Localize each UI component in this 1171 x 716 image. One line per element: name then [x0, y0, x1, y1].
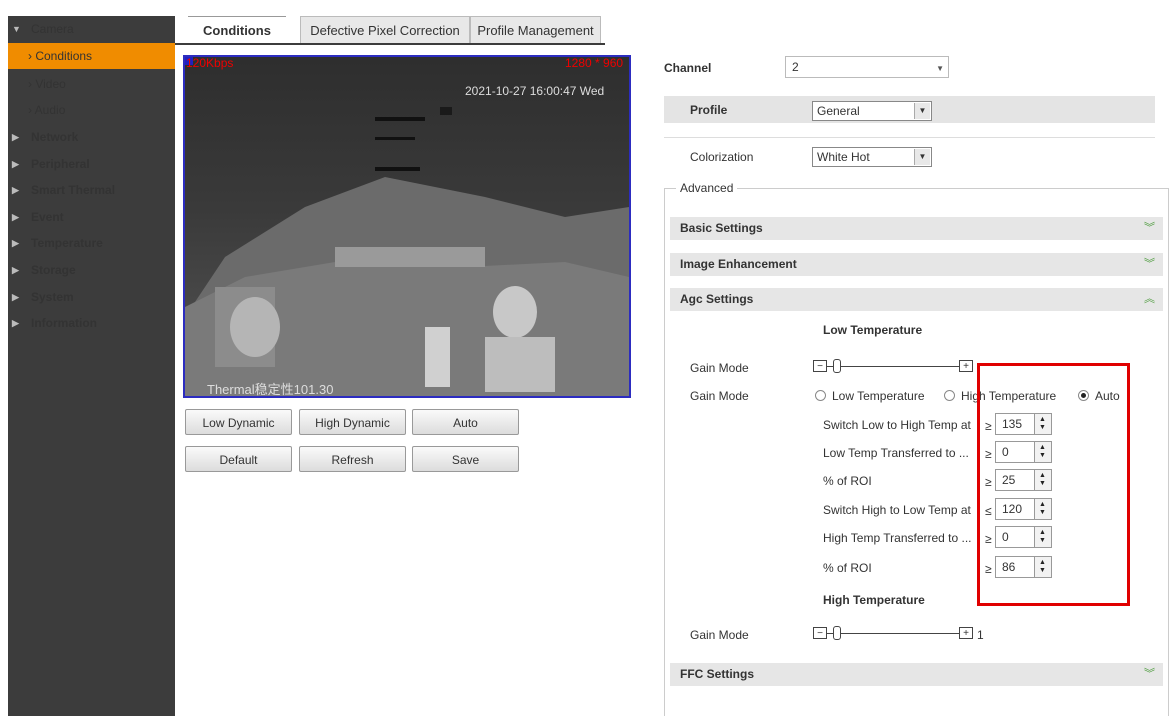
chevron-down-icon: ▼	[914, 103, 930, 119]
thermal-scene-image	[185, 57, 629, 396]
double-chevron-down-icon: ︾	[1144, 668, 1155, 680]
sidebar-item-conditions[interactable]: › Conditions	[8, 43, 175, 69]
low-temp-transferred-label: Low Temp Transferred to ...	[823, 446, 969, 460]
caret-down-icon: ▼	[12, 24, 21, 34]
timestamp-overlay: 2021-10-27 16:00:47 Wed	[465, 84, 605, 98]
sidebar-item-system[interactable]: ▶ System	[8, 284, 175, 310]
default-button[interactable]: Default	[185, 446, 292, 472]
gain-mode-label-3: Gain Mode	[690, 628, 749, 642]
gain-mode-label: Gain Mode	[690, 361, 749, 375]
sidebar-item-network[interactable]: ▶ Network	[8, 124, 175, 150]
switch-high-to-low-label: Switch High to Low Temp at	[823, 503, 971, 517]
sidebar-item-camera[interactable]: ▼ Camera	[8, 16, 175, 42]
sidebar-item-video[interactable]: › Video	[8, 71, 175, 97]
sidebar-item-peripheral[interactable]: ▶ Peripheral	[8, 151, 175, 177]
refresh-button[interactable]: Refresh	[299, 446, 406, 472]
channel-select[interactable]: 2 ▼	[785, 56, 949, 78]
double-chevron-down-icon: ︾	[1144, 222, 1155, 234]
tab-defective-pixel-correction[interactable]: Defective Pixel Correction	[300, 16, 470, 44]
high-gain-value: 1	[977, 628, 984, 642]
chevron-down-icon: ▼	[936, 64, 944, 73]
sidebar: ▼ Camera › Conditions › Video › Audio ▶ N…	[8, 16, 175, 716]
caret-right-icon: ▶	[12, 132, 19, 142]
ffc-settings-header[interactable]: FFC Settings ︾	[670, 663, 1163, 686]
high-temp-transferred-label: High Temp Transferred to ...	[823, 531, 972, 545]
sidebar-item-smart-thermal[interactable]: ▶ Smart Thermal	[8, 177, 175, 203]
chevron-down-icon: ▼	[914, 149, 930, 165]
low-temperature-title: Low Temperature	[823, 323, 923, 337]
channel-label: Channel	[664, 61, 712, 75]
auto-button[interactable]: Auto	[412, 409, 519, 435]
caret-right-icon: ▶	[12, 185, 19, 195]
profile-select[interactable]: General ▼	[812, 101, 932, 121]
caret-right-icon: ▶	[12, 292, 19, 302]
low-dynamic-button[interactable]: Low Dynamic	[185, 409, 292, 435]
double-chevron-down-icon: ︾	[1144, 258, 1155, 270]
plus-icon[interactable]: +	[959, 360, 973, 372]
basic-settings-header[interactable]: Basic Settings ︾	[670, 217, 1163, 240]
sidebar-item-information[interactable]: ▶ Information	[8, 310, 175, 336]
high-roi-label: % of ROI	[823, 561, 872, 575]
sidebar-item-event[interactable]: ▶ Event	[8, 204, 175, 230]
slider-thumb[interactable]	[833, 359, 841, 373]
bitrate-overlay: 120Kbps	[186, 56, 234, 70]
agc-settings-header[interactable]: Agc Settings ︽	[670, 288, 1163, 311]
caret-right-icon: ▶	[12, 318, 19, 328]
colorization-label: Colorization	[690, 150, 754, 164]
radio-low-temperature[interactable]	[815, 390, 826, 401]
sidebar-item-temperature[interactable]: ▶ Temperature	[8, 230, 175, 256]
resolution-overlay: 1280 * 960	[565, 56, 624, 70]
switch-low-to-high-label: Switch Low to High Temp at	[823, 418, 971, 432]
image-enhancement-header[interactable]: Image Enhancement ︾	[670, 253, 1163, 276]
high-gain-slider[interactable]: − +	[813, 626, 973, 641]
caret-right-icon: ▶	[12, 265, 19, 275]
low-roi-label: % of ROI	[823, 474, 872, 488]
osd-text-overlay: Thermal稳定性101.30	[207, 382, 334, 397]
high-dynamic-button[interactable]: High Dynamic	[299, 409, 406, 435]
minus-icon[interactable]: −	[813, 627, 827, 639]
sidebar-item-audio[interactable]: › Audio	[8, 97, 175, 123]
minus-icon[interactable]: −	[813, 360, 827, 372]
sidebar-item-storage[interactable]: ▶ Storage	[8, 257, 175, 283]
profile-label: Profile	[690, 103, 728, 117]
caret-right-icon: ▶	[12, 212, 19, 222]
divider	[664, 137, 1155, 138]
save-button[interactable]: Save	[412, 446, 519, 472]
caret-right-icon: ▶	[12, 159, 19, 169]
plus-icon[interactable]: +	[959, 627, 973, 639]
thermal-video-preview[interactable]	[183, 55, 631, 398]
double-chevron-up-icon: ︽	[1144, 293, 1155, 305]
tab-profile-management[interactable]: Profile Management	[470, 16, 601, 44]
caret-right-icon: ▶	[12, 238, 19, 248]
colorization-select[interactable]: White Hot ▼	[812, 147, 932, 167]
top-bar	[0, 0, 1171, 16]
tab-conditions[interactable]: Conditions	[188, 16, 286, 45]
high-temperature-title: High Temperature	[823, 593, 925, 607]
highlight-annotation-box	[977, 363, 1130, 606]
tab-underline	[175, 43, 605, 45]
radio-high-temperature[interactable]	[944, 390, 955, 401]
advanced-title: Advanced	[676, 181, 738, 195]
slider-thumb[interactable]	[833, 626, 841, 640]
low-gain-slider[interactable]: − +	[813, 359, 973, 374]
gain-mode-label-2: Gain Mode	[690, 389, 749, 403]
